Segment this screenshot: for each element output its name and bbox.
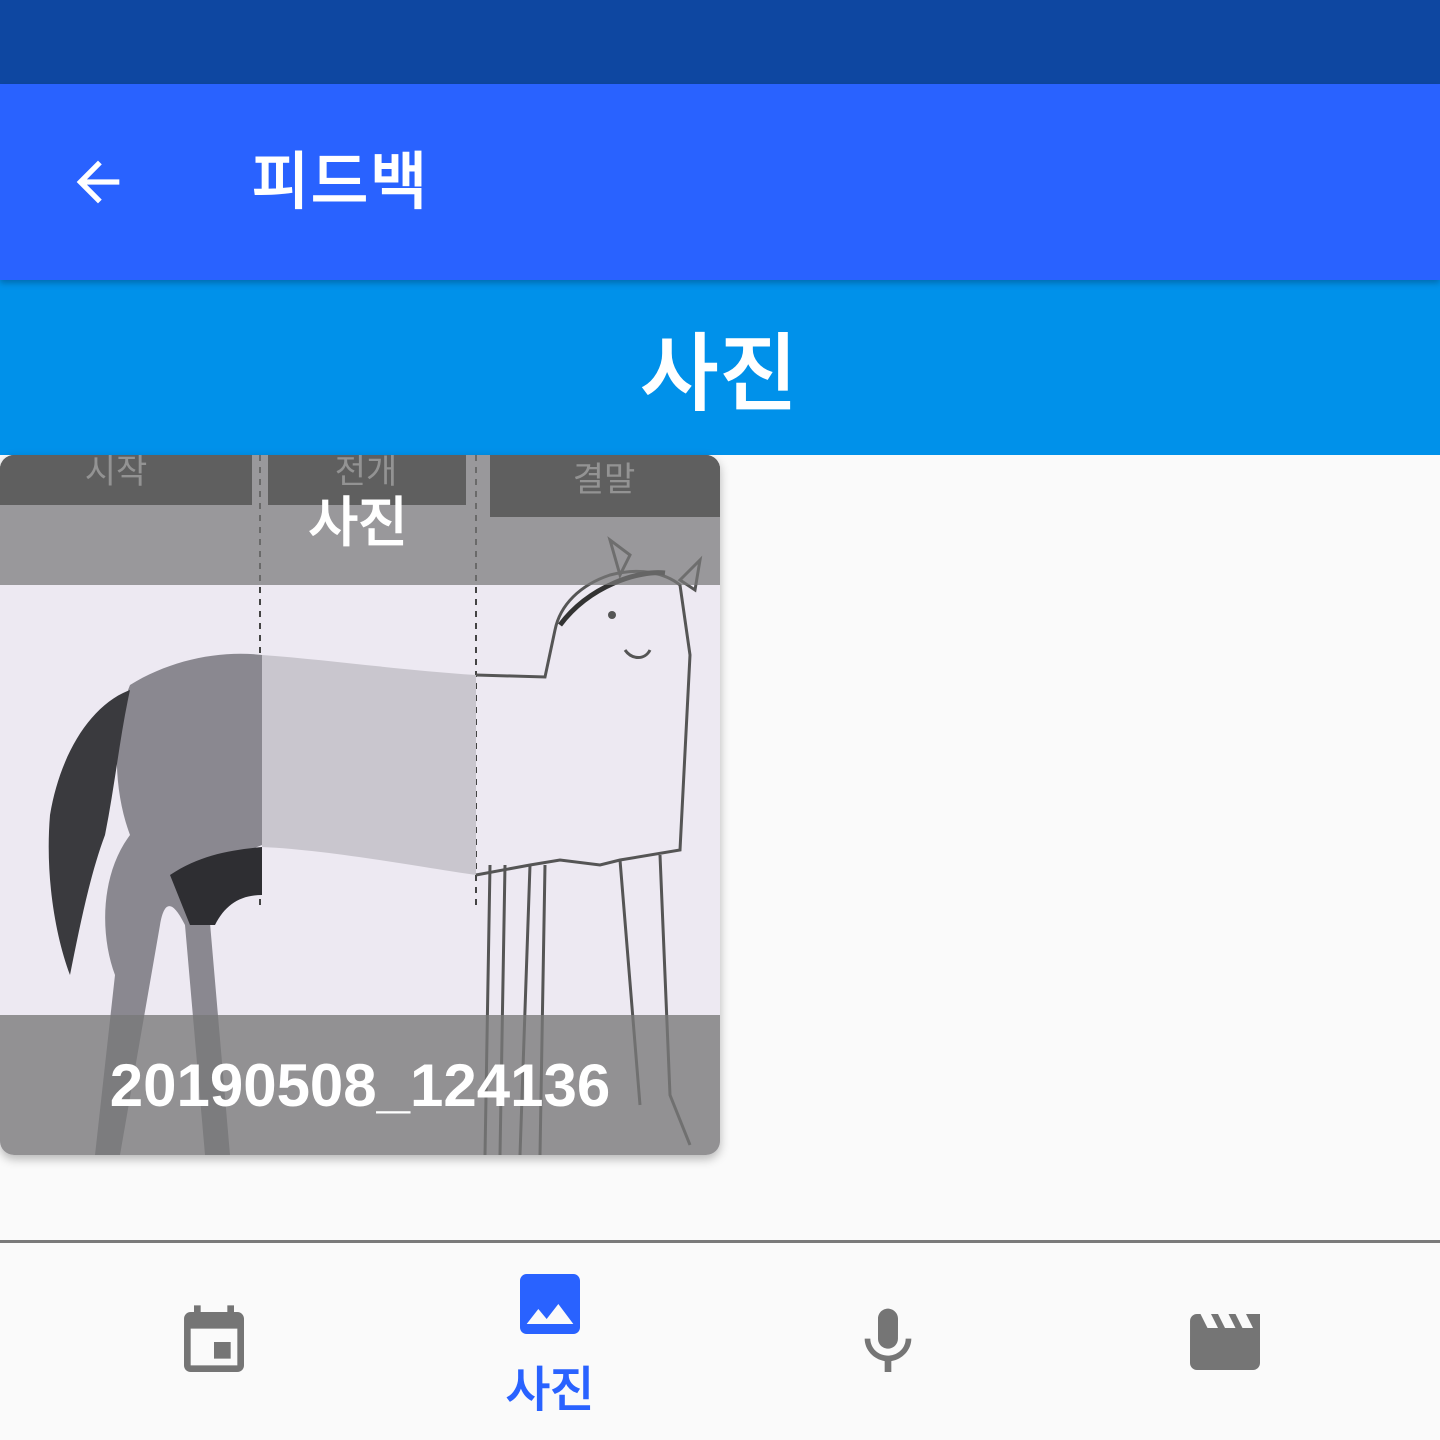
microphone-icon — [864, 1308, 912, 1372]
card-bottom-overlay: 20190508_124136 — [0, 1015, 720, 1155]
arrow-back-icon — [76, 160, 120, 204]
app-title: 피드백 — [252, 145, 430, 218]
movie-icon — [1190, 1313, 1260, 1370]
nav-item-video[interactable] — [1045, 1243, 1405, 1440]
bottom-navigation: 사진 — [0, 1240, 1440, 1440]
app-bar: 피드백 — [0, 84, 1440, 280]
status-bar — [0, 0, 1440, 84]
nav-item-audio[interactable] — [708, 1243, 1068, 1440]
photo-filename: 20190508_124136 — [109, 1051, 611, 1119]
card-category-label: 사진 — [308, 491, 408, 554]
nav-item-photo[interactable]: 사진 — [370, 1243, 730, 1440]
photo-icon — [520, 1273, 580, 1334]
back-button[interactable] — [56, 146, 140, 218]
card-top-overlay: 사진 — [0, 455, 720, 585]
nav-item-calendar[interactable] — [34, 1243, 394, 1440]
nav-label-photo: 사진 — [505, 1361, 595, 1418]
photo-card[interactable]: 시작 전개 결말 사진 20190508_124136 — [0, 455, 720, 1155]
section-header: 사진 — [0, 280, 1440, 455]
calendar-icon — [184, 1304, 244, 1372]
section-title: 사진 — [640, 325, 800, 423]
